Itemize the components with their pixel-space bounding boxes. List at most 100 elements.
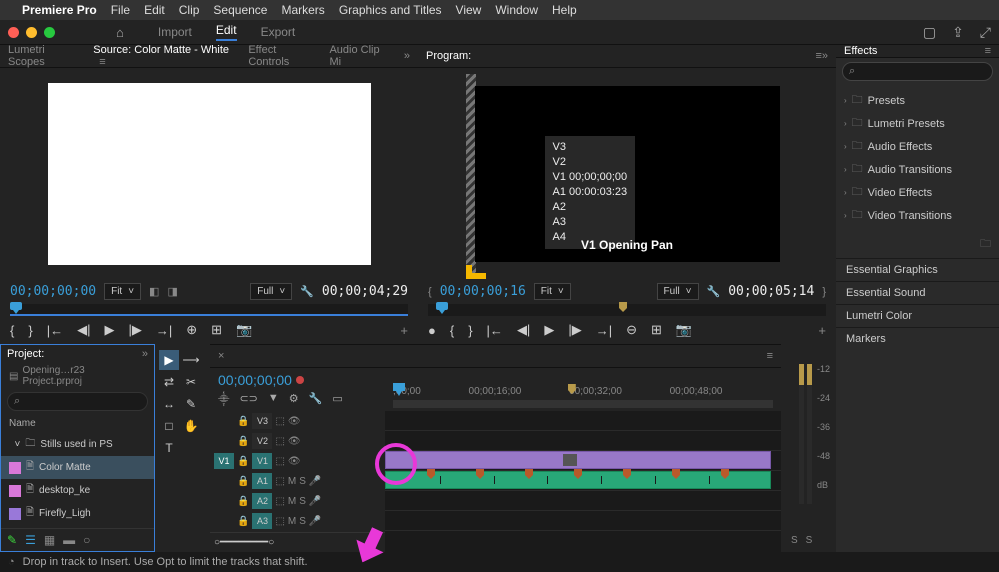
razor-tool[interactable]: ✂ [181, 372, 201, 392]
tree-video-effects[interactable]: ›🗀Video Effects [840, 181, 995, 204]
source-half-icon[interactable]: ◧ [149, 285, 159, 298]
tab-effects[interactable]: Effects [844, 45, 877, 57]
program-button-editor[interactable]: + [818, 323, 826, 338]
hand-tool[interactable]: ✋ [181, 416, 201, 436]
tab-audio-clip-mixer[interactable]: Audio Clip Mi [329, 44, 389, 68]
track-content[interactable] [385, 411, 781, 552]
minimize-window-button[interactable] [26, 27, 37, 38]
close-window-button[interactable] [8, 27, 19, 38]
program-wrench-icon[interactable]: 🔧 [707, 285, 721, 298]
source-playhead[interactable] [10, 302, 22, 316]
menu-sequence[interactable]: Sequence [213, 3, 267, 17]
project-list-view-button[interactable]: ☰ [25, 533, 36, 547]
track-header-v1[interactable]: V1🔒V1⬚👁 [210, 451, 385, 471]
project-icon-view-button[interactable]: ▦ [44, 533, 55, 547]
timeline-timecode[interactable]: 00;00;00;00 [218, 372, 393, 388]
project-search-input[interactable]: ⌕ [7, 392, 148, 411]
menu-markers[interactable]: Markers [281, 3, 324, 17]
tree-video-transitions[interactable]: ›🗀Video Transitions [840, 204, 995, 227]
source-overwrite-button[interactable]: ⊞ [211, 322, 222, 338]
program-playhead[interactable] [436, 302, 448, 316]
timeline-settings-icon[interactable]: ⚙ [289, 392, 299, 407]
home-icon[interactable]: ⌂ [116, 25, 124, 40]
source-monitor-view[interactable] [0, 68, 418, 279]
menu-view[interactable]: View [456, 3, 482, 17]
source-goto-in-button[interactable]: |← [47, 323, 63, 338]
program-extract-button[interactable]: ⊞ [651, 322, 662, 338]
rectangle-tool[interactable]: □ [159, 416, 179, 436]
clip-v1[interactable] [385, 451, 771, 469]
source-full-dropdown[interactable]: Full˅ [250, 283, 292, 300]
type-tool[interactable]: T [159, 438, 179, 458]
share-icon[interactable]: ⇪ [952, 24, 964, 41]
project-freeform-button[interactable]: ▬ [63, 533, 75, 547]
workspace-edit[interactable]: Edit [216, 23, 237, 41]
timeline-cc-icon[interactable]: ▭ [332, 392, 342, 407]
track-header-v3[interactable]: 🔒V3⬚👁 [210, 411, 385, 431]
source-marker-bar[interactable] [10, 304, 408, 316]
timeline-close-tab[interactable]: × [218, 350, 224, 362]
program-mark-in-button[interactable]: { [450, 323, 454, 338]
source-mark-in-button[interactable]: { [10, 323, 14, 338]
quick-export-icon[interactable]: ▢ [923, 24, 936, 41]
tab-source[interactable]: Source: Color Matte - White ≡ [93, 44, 234, 68]
meter-solo-l[interactable]: S [791, 535, 798, 546]
program-export-frame-button[interactable]: 📷 [676, 322, 692, 338]
program-full-dropdown[interactable]: Full˅ [657, 283, 699, 300]
effects-search-input[interactable]: ⌕ [842, 62, 993, 81]
effects-new-bin[interactable]: 🗀 [836, 231, 999, 258]
source-goto-out-button[interactable]: →| [156, 323, 172, 338]
source-play-button[interactable]: ▶ [104, 322, 114, 338]
source-fit-dropdown[interactable]: Fit˅ [104, 283, 141, 300]
track-header-a2[interactable]: 🔒A2⬚MS🎤 [210, 491, 385, 511]
program-marker-bar[interactable] [428, 304, 826, 316]
menu-graphics[interactable]: Graphics and Titles [339, 3, 442, 17]
tree-presets[interactable]: ›🗀Presets [840, 89, 995, 112]
source-right-timecode[interactable]: 00;00;04;29 [322, 284, 408, 299]
program-step-back-button[interactable]: ◀| [517, 322, 530, 338]
clip-a1[interactable] [385, 471, 771, 489]
side-essential-sound[interactable]: Essential Sound [836, 281, 999, 304]
meter-solo-r[interactable]: S [806, 535, 813, 546]
effects-panel-menu-icon[interactable]: ≡ [985, 45, 991, 57]
project-panel-menu-icon[interactable]: » [142, 348, 148, 360]
timeline-ruler[interactable]: ;00;00 00;00;16;00 00;00;32;00 00;00;48;… [393, 372, 773, 407]
timeline-wrench-icon[interactable]: 🔧 [309, 392, 323, 407]
program-panel-close-icon[interactable]: » [822, 50, 828, 62]
program-fit-dropdown[interactable]: Fit˅ [534, 283, 571, 300]
program-goto-in-button[interactable]: |← [487, 323, 503, 338]
tree-audio-transitions[interactable]: ›🗀Audio Transitions [840, 158, 995, 181]
project-file-row[interactable]: ▤Opening…r23 Project.prproj [1, 363, 154, 389]
source-button-editor[interactable]: + [400, 323, 408, 338]
source-left-timecode[interactable]: 00;00;00;00 [10, 284, 96, 299]
menu-window[interactable]: Window [495, 3, 538, 17]
workspace-export[interactable]: Export [261, 25, 296, 39]
workspace-import[interactable]: Import [158, 25, 192, 39]
menu-file[interactable]: File [111, 3, 130, 17]
program-play-button[interactable]: ▶ [544, 322, 554, 338]
program-mark-out-button[interactable]: } [468, 323, 472, 338]
menu-clip[interactable]: Clip [179, 3, 200, 17]
program-monitor-view[interactable]: V3 V2 V1 00;00;00;00 A1 00:00:03:23 A2 A… [418, 68, 836, 279]
timeline-panel-menu-icon[interactable]: ≡ [767, 350, 773, 362]
tab-effect-controls[interactable]: Effect Controls [248, 44, 315, 68]
program-lift-button[interactable]: ⊖ [626, 322, 637, 338]
program-goto-out-button[interactable]: →| [596, 323, 612, 338]
menu-help[interactable]: Help [552, 3, 577, 17]
program-right-timecode[interactable]: 00;00;05;14 [728, 284, 814, 299]
project-new-item-button[interactable]: ✎ [7, 533, 17, 547]
project-item-color-matte[interactable]: 🗎Color Matte [1, 456, 154, 479]
track-select-tool[interactable]: ⟶ [181, 350, 201, 370]
program-out-brace[interactable]: } [822, 286, 826, 298]
track-header-a1[interactable]: 🔒A1⬚MS🎤 [210, 471, 385, 491]
source-export-frame-button[interactable]: 📷 [236, 322, 252, 338]
tab-lumetri-scopes[interactable]: Lumetri Scopes [8, 44, 79, 68]
source-mark-out-button[interactable]: } [28, 323, 32, 338]
timeline-linked-selection[interactable]: ⊂⊃ [239, 392, 257, 407]
program-in-brace[interactable]: { [428, 286, 432, 298]
project-zoom-slider[interactable]: ○ [83, 533, 90, 547]
source-wrench-icon[interactable]: 🔧 [300, 285, 314, 298]
program-add-marker-button[interactable]: ● [428, 323, 436, 338]
project-item-firefly[interactable]: 🗎Firefly_Ligh [1, 502, 154, 525]
timeline-playhead[interactable] [393, 383, 407, 397]
